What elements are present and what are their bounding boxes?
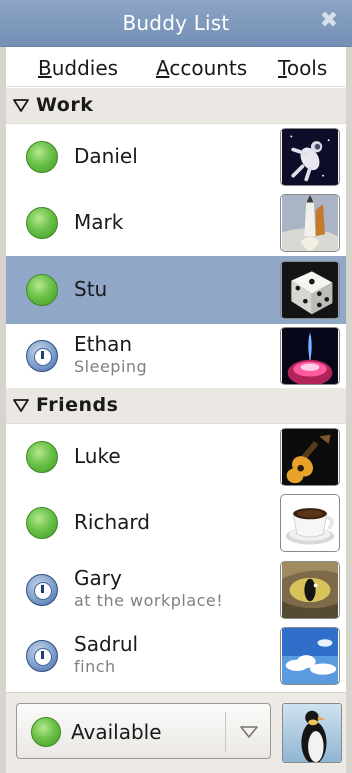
available-status-icon: [26, 141, 58, 173]
buddy-row[interactable]: Daniel: [6, 124, 346, 190]
buddy-name: Luke: [74, 444, 121, 468]
buddy-list: Work Daniel Mark Stu Ethan Sleeping Friends Luk…: [6, 88, 346, 690]
window-title: Buddy List: [122, 11, 230, 35]
available-status-icon: [31, 717, 61, 747]
triangle-down-icon[interactable]: [12, 396, 30, 414]
buddy-name: Stu: [74, 277, 108, 301]
buddy-name: Gary: [74, 566, 122, 590]
close-icon[interactable]: ✖: [318, 10, 340, 32]
buddy-row[interactable]: Ethan Sleeping: [6, 324, 346, 388]
buddy-row[interactable]: Gary at the workplace!: [6, 556, 346, 624]
buddy-row[interactable]: Mark: [6, 190, 346, 256]
group-header-work[interactable]: Work: [6, 88, 346, 124]
available-status-icon: [26, 507, 58, 539]
buddy-row[interactable]: Luke: [6, 424, 346, 490]
available-status-icon: [26, 207, 58, 239]
buddy-list-window: Buddy List ✖ Buddies Accounts Tools Work…: [0, 0, 352, 773]
menu-buddies[interactable]: Buddies: [38, 56, 118, 80]
title-bar[interactable]: Buddy List ✖: [0, 0, 352, 47]
menu-bar: Buddies Accounts Tools: [6, 47, 346, 87]
buddy-avatar: [280, 627, 340, 685]
menu-tools[interactable]: Tools: [278, 56, 327, 80]
buddy-avatar: [280, 428, 340, 486]
group-header-friends[interactable]: Friends: [6, 388, 346, 424]
group-name: Friends: [36, 394, 119, 416]
buddy-name: Daniel: [74, 144, 138, 168]
buddy-name: Sadrul: [74, 632, 139, 656]
triangle-down-icon[interactable]: [12, 96, 30, 114]
available-status-icon: [26, 441, 58, 473]
menu-accounts[interactable]: Accounts: [156, 56, 247, 80]
buddy-name: Mark: [74, 210, 124, 234]
status-selector[interactable]: Available: [16, 703, 271, 759]
buddy-row[interactable]: Sadrul finch: [6, 624, 346, 688]
status-selector-label: Available: [71, 720, 162, 744]
buddy-avatar: [280, 561, 340, 619]
status-selector-divider: [225, 712, 226, 752]
available-status-icon: [26, 274, 58, 306]
chevron-down-icon[interactable]: [239, 724, 259, 740]
buddy-name: Richard: [74, 510, 150, 534]
my-avatar[interactable]: [282, 703, 342, 763]
away-status-icon: [26, 340, 58, 372]
buddy-status-message: Sleeping: [74, 357, 148, 376]
buddy-avatar: [280, 194, 340, 252]
away-status-icon: [26, 640, 58, 672]
group-name: Work: [36, 94, 94, 116]
buddy-name: Ethan: [74, 332, 133, 356]
away-status-icon: [26, 574, 58, 606]
buddy-row[interactable]: Richard: [6, 490, 346, 556]
buddy-status-message: finch: [74, 657, 116, 676]
buddy-status-message: at the workplace!: [74, 591, 224, 610]
buddy-avatar: [280, 327, 340, 385]
buddy-avatar: [280, 128, 340, 186]
buddy-avatar: [280, 261, 340, 319]
status-bar: Available: [6, 692, 346, 773]
buddy-row[interactable]: Stu: [6, 256, 346, 324]
buddy-avatar: [280, 494, 340, 552]
